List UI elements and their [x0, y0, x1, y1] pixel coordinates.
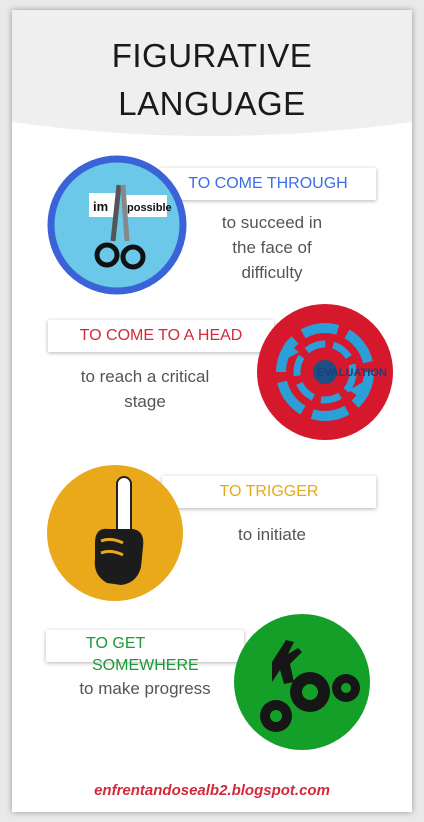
page-title: FIGURATIVE LANGUAGE	[12, 32, 412, 128]
phrase-label-come-to-head: TO COME TO A HEAD	[48, 320, 274, 352]
meaning-line: to initiate	[237, 525, 307, 544]
meaning-line: the face of	[232, 238, 312, 257]
footer-url[interactable]: enfrentandosealb2.blogspot.com	[12, 782, 412, 799]
phrase-line-2: SOMEWHERE	[92, 657, 199, 674]
meaning-trigger: to initiate	[217, 522, 327, 547]
meaning-come-through: to succeed in the face of difficulty	[202, 210, 342, 285]
image-text-evaluation: EVALUATION	[317, 367, 387, 379]
climber-gears-icon	[234, 614, 370, 750]
phrase-text: TO TRIGGER	[219, 483, 319, 500]
meaning-line: stage	[124, 392, 166, 411]
phrase-label-trigger: TO TRIGGER	[162, 476, 376, 508]
meaning-line: difficulty	[241, 263, 303, 282]
meaning-get-somewhere: to make progress	[60, 676, 230, 701]
scissors-icon: im possible	[47, 155, 187, 295]
image-text-im: im	[93, 199, 108, 214]
title-line-2: LANGUAGE	[118, 85, 306, 122]
phrase-text: TO COME THROUGH	[188, 175, 348, 192]
target-arrows-icon: EVALUATION	[257, 304, 393, 440]
phrase-text: TO COME TO A HEAD	[79, 327, 243, 344]
phrase-label-come-through: TO COME THROUGH	[160, 168, 376, 200]
meaning-line: to reach a critical	[80, 367, 210, 386]
phrase-line-1: TO GET	[86, 635, 146, 652]
blog-link[interactable]: enfrentandosealb2.blogspot.com	[94, 782, 330, 799]
image-text-possible: possible	[127, 202, 172, 214]
meaning-come-to-head: to reach a critical stage	[60, 364, 230, 414]
infographic-card: FIGURATIVE LANGUAGE TO COME THROUGH im p…	[12, 10, 412, 812]
title-line-1: FIGURATIVE	[111, 37, 313, 74]
meaning-line: to make progress	[79, 679, 211, 698]
phrase-label-get-somewhere: TO GET SOMEWHERE	[46, 630, 244, 674]
meaning-line: to succeed in	[221, 213, 323, 232]
raised-finger-icon	[47, 465, 183, 601]
